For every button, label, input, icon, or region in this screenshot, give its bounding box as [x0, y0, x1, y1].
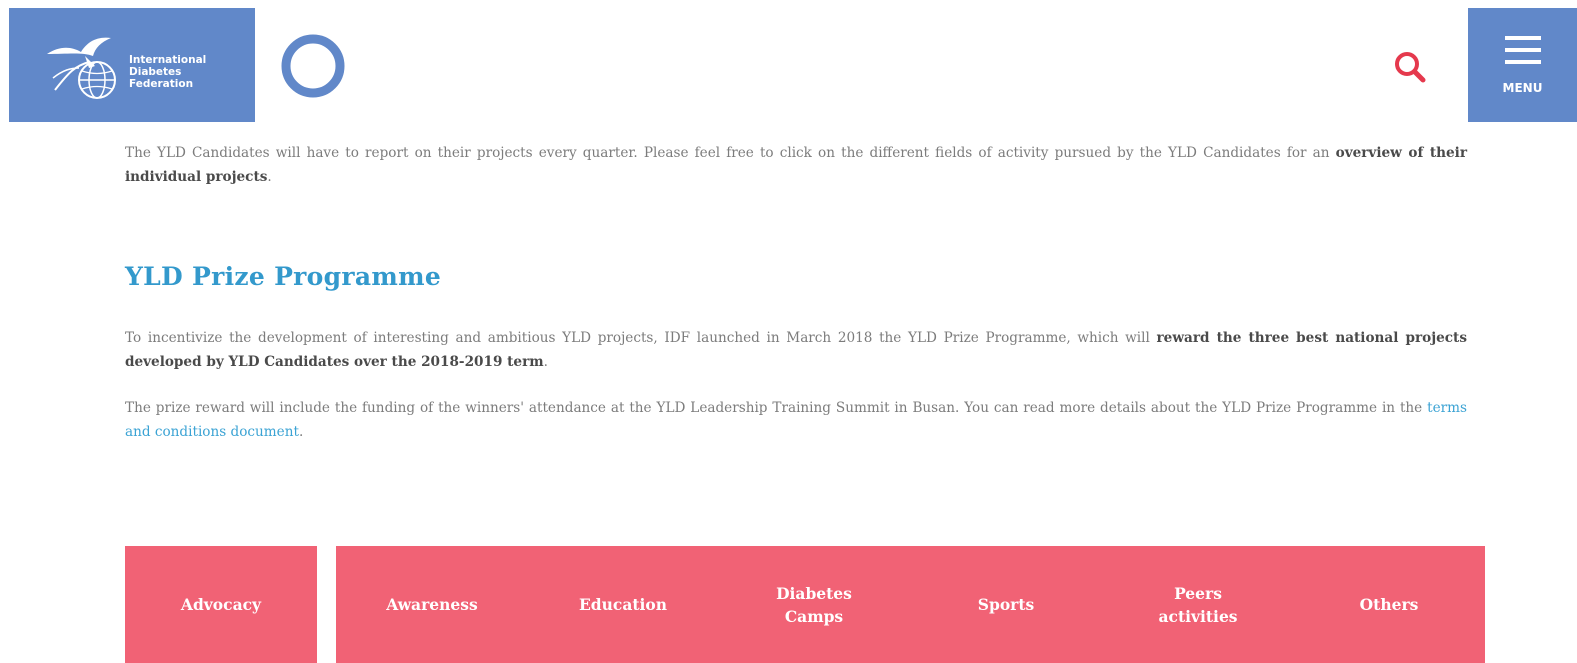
tile-label: Advocacy [181, 593, 261, 616]
tile-label: Peers activities [1158, 582, 1237, 628]
tile-label-line: Peers [1174, 583, 1222, 603]
org-name-line-3: Federation [129, 78, 194, 90]
org-name: International Diabetes Federation [129, 54, 206, 90]
prize-heading: YLD Prize Programme [125, 262, 442, 291]
blue-circle-logo-icon[interactable] [281, 34, 345, 98]
prize-p2-text: The prize reward will include the fundin… [125, 400, 1428, 416]
org-name-line-2: Diabetes [129, 66, 182, 78]
tile-label: Sports [978, 593, 1034, 616]
prize-p1-text: To incentivize the development of intere… [125, 330, 1157, 346]
search-icon[interactable] [1393, 50, 1427, 84]
tile-sports[interactable]: Sports [910, 546, 1102, 663]
intro-text: The YLD Candidates will have to report o… [125, 145, 1336, 161]
tile-label-line: Education [578, 595, 668, 614]
tile-label-line: Camps [784, 606, 844, 626]
tile-diabetes-camps[interactable]: Diabetes Camps [718, 546, 910, 663]
tile-label: Education [579, 593, 667, 616]
idf-globe-bird-logo-icon [47, 37, 116, 99]
hamburger-icon [1505, 36, 1541, 64]
prize-p1-end: . [543, 354, 548, 370]
prize-paragraph-1: To incentivize the development of intere… [125, 326, 1467, 374]
tile-advocacy[interactable]: Advocacy [125, 546, 317, 663]
prize-paragraph-2: The prize reward will include the fundin… [125, 396, 1467, 444]
tile-label: Awareness [386, 593, 477, 616]
activity-tiles: Advocacy Awareness Education Diabetes Cam… [125, 546, 1485, 663]
tile-label: Diabetes Camps [776, 582, 852, 628]
tile-label-line: activities [1158, 606, 1238, 626]
intro-end: . [267, 169, 272, 185]
tile-others[interactable]: Others [1293, 546, 1485, 663]
menu-label: MENU [1502, 81, 1543, 95]
org-name-line-1: International [129, 54, 207, 66]
intro-paragraph: The YLD Candidates will have to report o… [125, 141, 1467, 189]
tile-awareness[interactable]: Awareness [336, 546, 528, 663]
tile-label-line: Diabetes [776, 583, 852, 603]
tile-label-line: Awareness [386, 595, 478, 614]
prize-p2-end: . [298, 424, 304, 440]
site-header: International Diabetes Federation MENU [9, 8, 1577, 122]
tile-label-line: Others [1359, 595, 1419, 614]
tile-peers-activities[interactable]: Peers activities [1102, 546, 1294, 663]
tile-label-line: Advocacy [180, 595, 262, 614]
tile-education[interactable]: Education [527, 546, 719, 663]
tile-label: Others [1360, 593, 1419, 616]
tile-label-line: Sports [977, 595, 1035, 614]
idf-logo-link[interactable]: International Diabetes Federation [9, 8, 255, 122]
menu-button[interactable]: MENU [1468, 8, 1577, 122]
